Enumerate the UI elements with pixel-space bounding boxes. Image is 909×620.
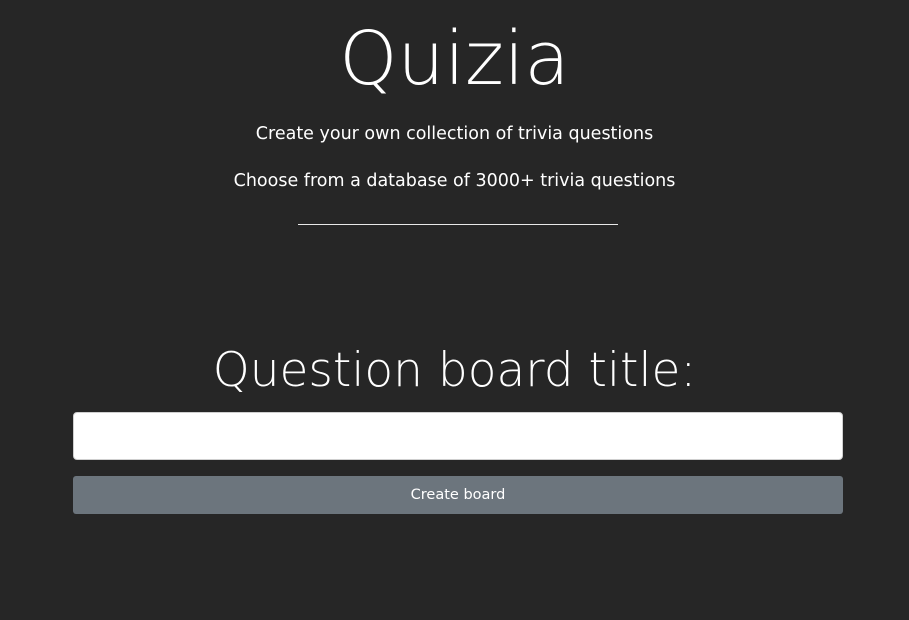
app-brand-title: Quizia — [339, 16, 570, 102]
tagline-create: Create your own collection of trivia que… — [255, 124, 654, 144]
board-title-label: Question board title: — [212, 343, 697, 398]
board-title-input[interactable] — [73, 412, 843, 460]
header-divider — [298, 224, 618, 225]
tagline-database: Choose from a database of 3000+ trivia q… — [233, 171, 676, 191]
create-board-button[interactable]: Create board — [73, 476, 843, 514]
